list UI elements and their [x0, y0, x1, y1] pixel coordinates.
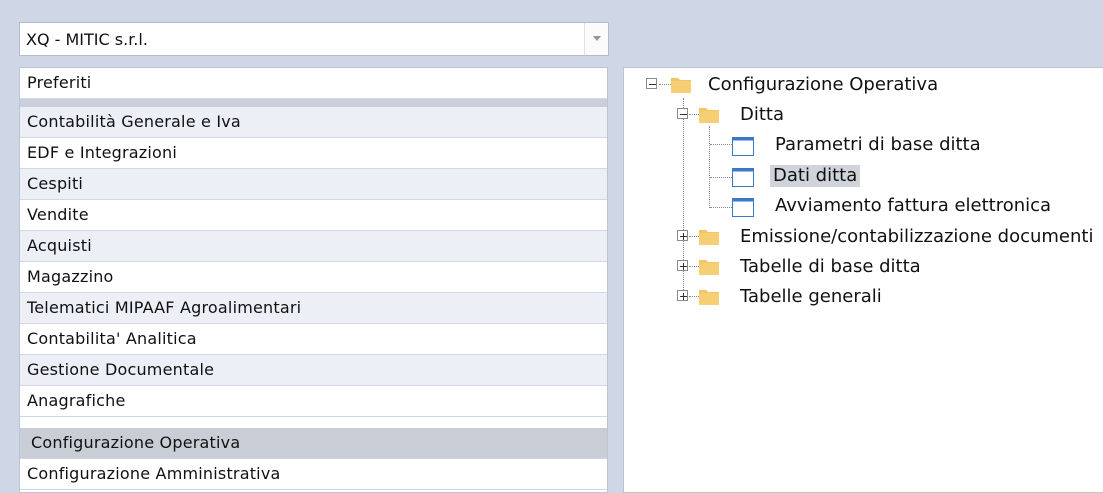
folder-icon — [699, 108, 719, 123]
menu-item-magazzino[interactable]: Magazzino — [20, 262, 607, 293]
folder-icon — [671, 78, 691, 93]
folder-icon — [699, 290, 719, 305]
menu-item-telematici-mipaaf[interactable]: Telematici MIPAAF Agroalimentari — [20, 293, 607, 324]
tree-node-emissione-contabilizzazione[interactable]: Emissione/contabilizzazione documenti — [624, 224, 1103, 252]
tree-label: Configurazione Operativa — [708, 74, 939, 95]
menu-item-contabilita-generale[interactable]: Contabilità Generale e Iva — [20, 107, 607, 138]
menu-item-gestione-documentale[interactable]: Gestione Documentale — [20, 355, 607, 386]
plus-box-icon[interactable] — [677, 260, 688, 271]
tree-label: Parametri di base ditta — [775, 134, 981, 155]
tree-node-root[interactable]: Configurazione Operativa — [624, 72, 1103, 100]
chevron-down-icon — [593, 36, 601, 41]
window-icon — [732, 137, 754, 156]
tree-label: Tabelle generali — [740, 286, 882, 307]
menu-item-anagrafiche[interactable]: Anagrafiche — [20, 386, 607, 417]
plus-box-icon[interactable] — [677, 290, 688, 301]
menu-item-configurazione-amministrativa[interactable]: Configurazione Amministrativa — [20, 459, 607, 490]
menu-separator — [20, 99, 607, 107]
window-icon — [732, 168, 754, 187]
company-select-value: XQ - MITIC s.r.l. — [26, 30, 148, 49]
menu-item-acquisti[interactable]: Acquisti — [20, 231, 607, 262]
menu-item-vendite[interactable]: Vendite — [20, 200, 607, 231]
tree-label: Emissione/contabilizzazione documenti — [740, 226, 1094, 247]
menu-item-contabilita-analitica[interactable]: Contabilita' Analitica — [20, 324, 607, 355]
company-select-dropdown-button[interactable] — [584, 23, 608, 55]
folder-icon — [699, 260, 719, 275]
tree-node-ditta[interactable]: Ditta — [624, 102, 1103, 130]
tree-node-avviamento-fattura[interactable]: Avviamento fattura elettronica — [624, 193, 1103, 221]
tree-node-dati-ditta[interactable]: Dati ditta — [624, 163, 1103, 191]
tree-label: Ditta — [740, 104, 785, 125]
tree-label-selected: Dati ditta — [770, 165, 861, 187]
company-select[interactable]: XQ - MITIC s.r.l. — [19, 22, 609, 56]
window-icon — [732, 198, 754, 217]
menu-item-edf-integrazioni[interactable]: EDF e Integrazioni — [20, 138, 607, 169]
menu-item-cespiti[interactable]: Cespiti — [20, 169, 607, 200]
plus-box-icon[interactable] — [677, 230, 688, 241]
module-menu: Preferiti Contabilità Generale e Iva EDF… — [19, 67, 608, 493]
minus-box-icon[interactable] — [677, 108, 688, 119]
tree-view: Configurazione Operativa Ditta Parametri… — [623, 67, 1103, 493]
tree-node-parametri-base-ditta[interactable]: Parametri di base ditta — [624, 132, 1103, 160]
tree-node-tabelle-base-ditta[interactable]: Tabelle di base ditta — [624, 254, 1103, 282]
tree-label: Tabelle di base ditta — [740, 256, 921, 277]
navigation-pane: XQ - MITIC s.r.l. Preferiti Contabilità … — [0, 0, 613, 493]
minus-box-icon[interactable] — [646, 78, 657, 89]
tree-label: Avviamento fattura elettronica — [775, 195, 1052, 216]
menu-item-configurazione-operativa[interactable]: Configurazione Operativa — [20, 428, 607, 459]
tree-node-tabelle-generali[interactable]: Tabelle generali — [624, 284, 1103, 312]
menu-item-preferiti[interactable]: Preferiti — [20, 68, 607, 99]
folder-icon — [699, 230, 719, 245]
